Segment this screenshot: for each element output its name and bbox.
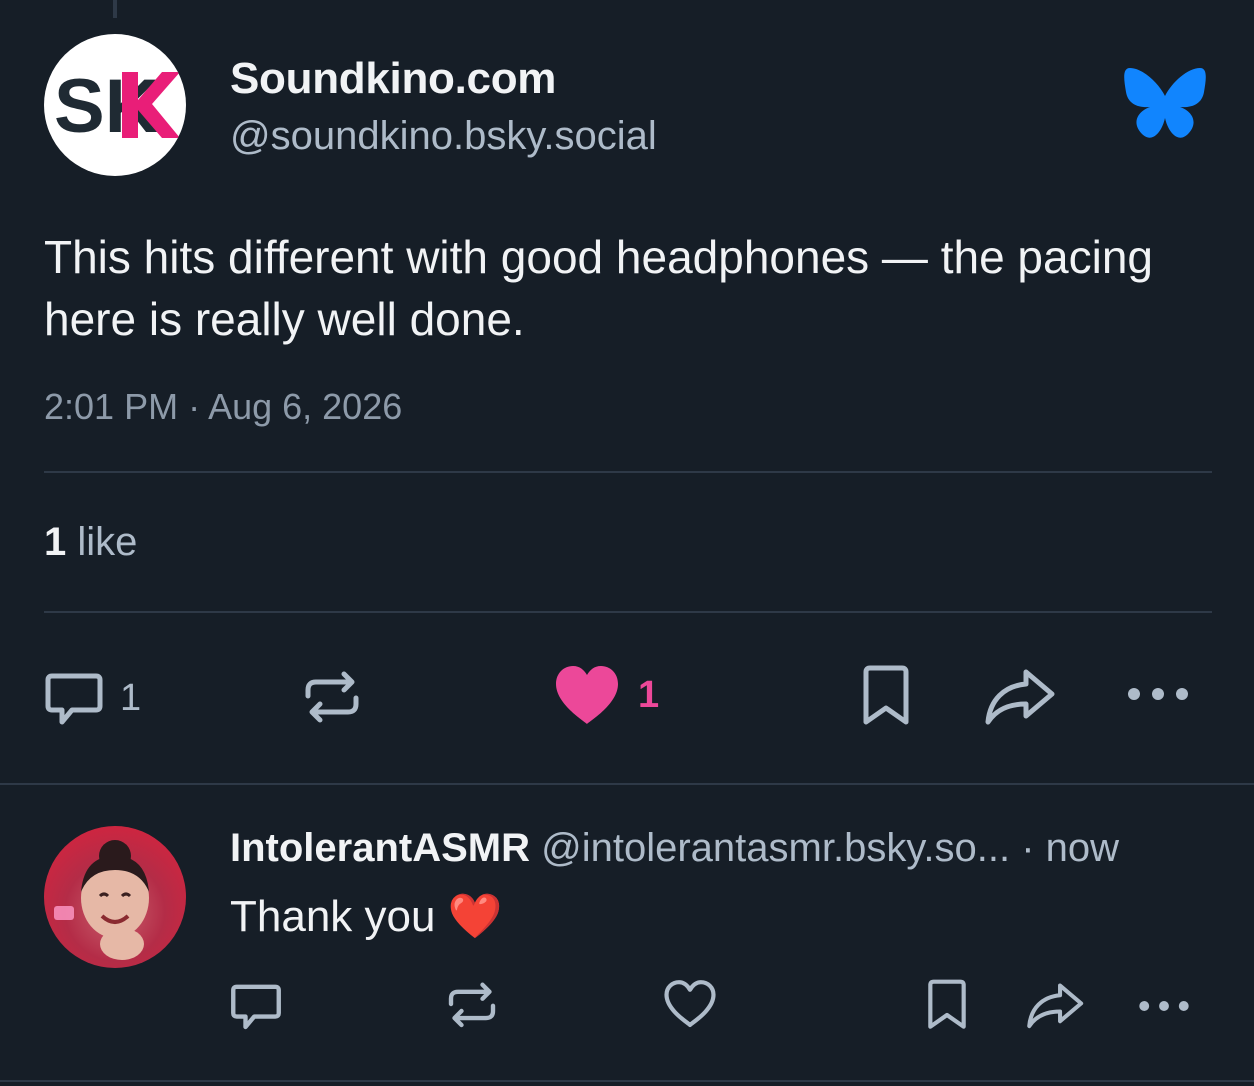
- repost-icon: [305, 671, 359, 723]
- heart-outline-icon: [664, 980, 716, 1028]
- reply-author-avatar[interactable]: [44, 826, 186, 968]
- post-text: This hits different with good headphones…: [44, 231, 1153, 345]
- comment-icon: [231, 984, 281, 1030]
- reply-button[interactable]: 1: [42, 666, 141, 730]
- reply-more-options-button[interactable]: [1136, 994, 1192, 1018]
- bookmark-icon: [863, 665, 909, 725]
- author-avatar[interactable]: SK: [44, 34, 186, 176]
- share-arrow-icon: [1027, 983, 1084, 1029]
- divider: [0, 783, 1254, 785]
- reply-author-handle[interactable]: @intolerantasmr.bsky.so...: [541, 826, 1010, 870]
- user-photo-icon: [54, 840, 149, 960]
- share-arrow-icon: [985, 669, 1055, 725]
- soundkino-logo-icon: SK: [54, 64, 180, 149]
- more-options-button[interactable]: [1124, 680, 1192, 708]
- reply-time: · now: [1021, 826, 1119, 870]
- likes-label: like: [77, 520, 138, 564]
- comment-icon: [45, 673, 103, 725]
- heart-filled-icon: [556, 666, 618, 724]
- author-display-name[interactable]: Soundkino.com: [230, 54, 556, 104]
- like-count: 1: [638, 673, 660, 716]
- reply-author-name[interactable]: IntolerantASMR: [230, 826, 530, 870]
- reply-reply-button[interactable]: [228, 978, 284, 1034]
- share-button[interactable]: [984, 664, 1058, 728]
- more-dots-icon: [1128, 688, 1188, 700]
- reply-bookmark-button[interactable]: [922, 978, 972, 1032]
- author-handle[interactable]: @soundkino.bsky.social: [230, 114, 657, 159]
- likes-summary[interactable]: 1 like: [44, 520, 137, 565]
- bookmark-icon: [928, 979, 966, 1029]
- repost-icon: [448, 982, 496, 1028]
- like-button[interactable]: 1: [554, 664, 659, 726]
- thread-connector-line: [113, 0, 117, 18]
- reply-count: 1: [120, 676, 142, 719]
- repost-button[interactable]: [300, 664, 364, 728]
- more-dots-icon: [1139, 1001, 1189, 1011]
- post-timestamp[interactable]: 2:01 PM · Aug 6, 2026: [44, 386, 402, 428]
- reply-text: Thank you ❤️: [230, 892, 503, 941]
- reply-like-button[interactable]: [662, 978, 718, 1030]
- likes-count: 1: [44, 520, 67, 564]
- divider: [44, 611, 1212, 613]
- divider: [0, 1080, 1254, 1082]
- reply-header: IntolerantASMR @intolerantasmr.bsky.so..…: [230, 826, 1119, 871]
- reply-share-button[interactable]: [1026, 978, 1086, 1032]
- bookmark-button[interactable]: [856, 664, 916, 728]
- reply-repost-button[interactable]: [444, 976, 500, 1032]
- bluesky-butterfly-icon: [1124, 68, 1206, 138]
- divider: [44, 471, 1212, 473]
